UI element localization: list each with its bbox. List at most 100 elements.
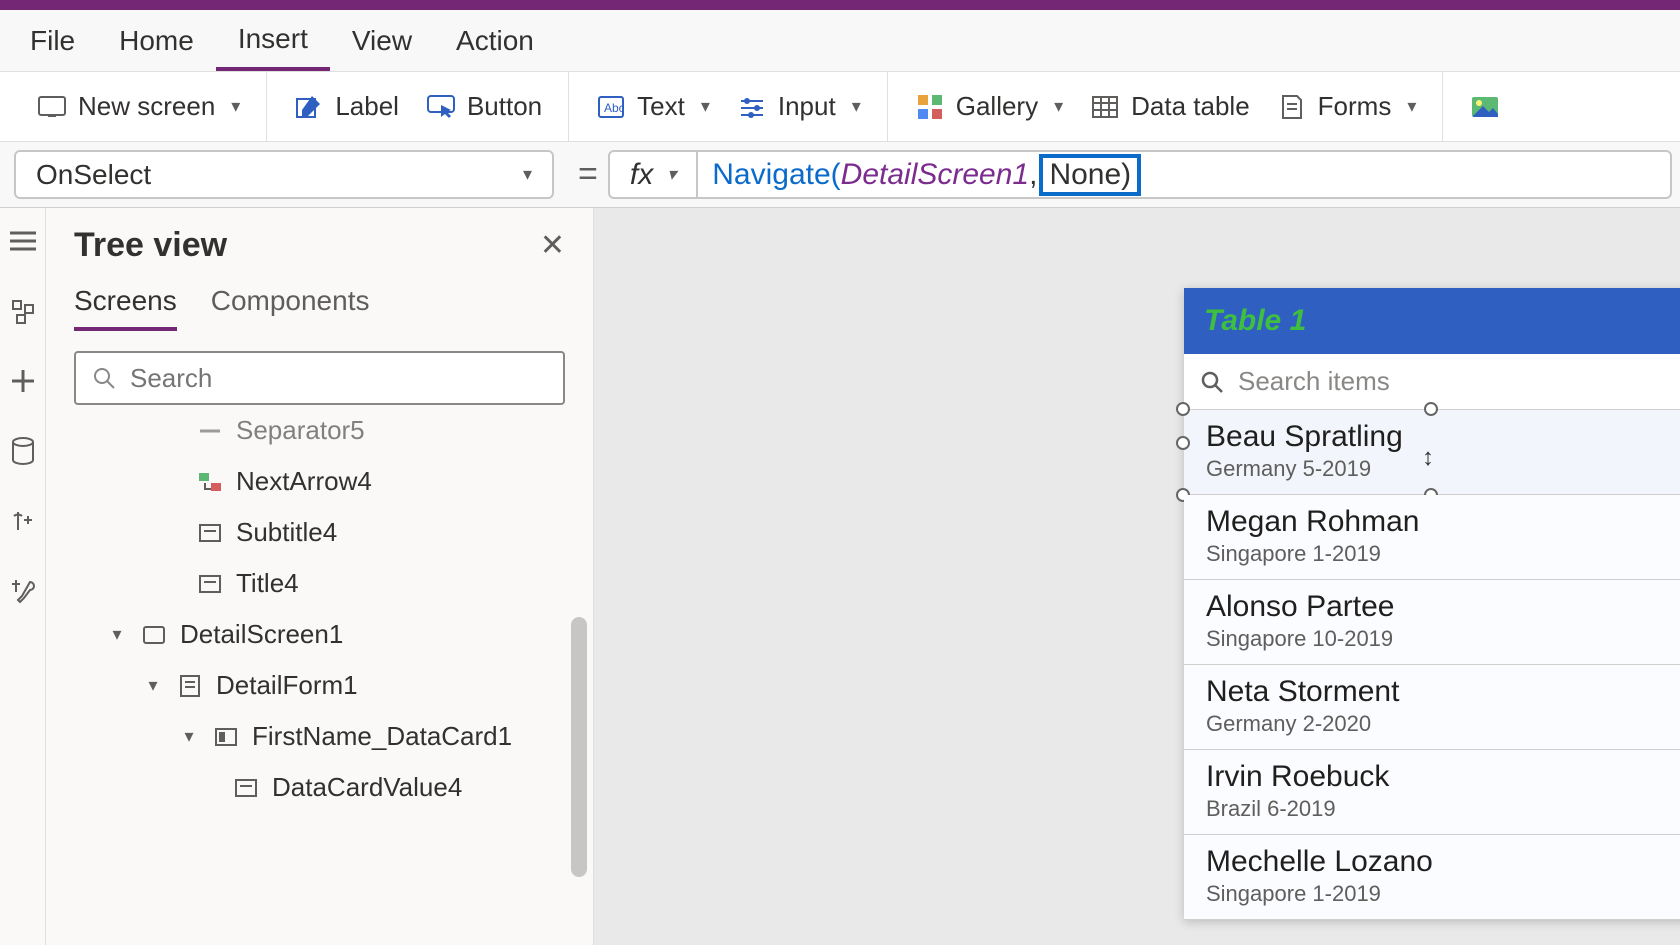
- data-cylinder-icon[interactable]: [8, 436, 38, 466]
- gallery-item[interactable]: Beau Spratling Germany 5-2019 ↕: [1184, 410, 1680, 495]
- tree-view-panel: Tree view ✕ Screens Components Separator…: [46, 208, 594, 945]
- tree-search-input[interactable]: [130, 363, 547, 394]
- text-button[interactable]: Abc Text ▾: [589, 85, 718, 128]
- app-search-placeholder: Search items: [1238, 366, 1390, 397]
- tree-item-datacardvalue[interactable]: DataCardValue4: [56, 762, 593, 813]
- gallery-item[interactable]: Mechelle Lozano Singapore 1-2019: [1184, 835, 1680, 920]
- selection-handle[interactable]: [1176, 436, 1190, 450]
- formula-token-func: Navigate: [712, 158, 830, 192]
- hamburger-icon[interactable]: [8, 226, 38, 256]
- chevron-down-icon[interactable]: ▾: [178, 726, 200, 747]
- formula-token-arg1: DetailScreen1: [841, 158, 1029, 192]
- gallery-item-title: Irvin Roebuck: [1206, 760, 1680, 794]
- forms-button[interactable]: Forms ▾: [1270, 85, 1425, 128]
- label-btn-label: Label: [335, 91, 399, 122]
- button-click-icon: [427, 93, 455, 121]
- menu-action[interactable]: Action: [434, 13, 556, 69]
- chevron-down-icon: ▾: [667, 164, 676, 185]
- form-icon: [176, 672, 204, 700]
- gallery-item-subtitle: Germany 5-2019: [1206, 456, 1680, 482]
- tree-view-icon[interactable]: [8, 296, 38, 326]
- tree-search-box[interactable]: [74, 351, 565, 405]
- insert-plus-icon[interactable]: [8, 366, 38, 396]
- button-button[interactable]: Button: [419, 85, 550, 128]
- app-preview: Table 1 Search items Beau Spratling Germ…: [1184, 288, 1680, 920]
- gallery-item[interactable]: Alonso Partee Singapore 10-2019: [1184, 580, 1680, 665]
- design-canvas[interactable]: Table 1 Search items Beau Spratling Germ…: [594, 208, 1680, 945]
- input-btn-label: Input: [778, 91, 836, 122]
- gallery-item[interactable]: Megan Rohman Singapore 1-2019: [1184, 495, 1680, 580]
- tree-item-title4[interactable]: Title4: [56, 558, 593, 609]
- forms-btn-label: Forms: [1318, 91, 1392, 122]
- tree-item-separator[interactable]: Separator5: [56, 417, 593, 456]
- screen-outline-icon: [140, 621, 168, 649]
- group-icon: [196, 468, 224, 496]
- formula-token-paren: (: [831, 158, 841, 192]
- label-button[interactable]: Label: [287, 85, 407, 128]
- input-button[interactable]: Input ▾: [730, 85, 869, 128]
- gallery-item[interactable]: Neta Storment Germany 2-2020: [1184, 665, 1680, 750]
- button-btn-label: Button: [467, 91, 542, 122]
- media-button[interactable]: [1463, 87, 1507, 127]
- menu-insert[interactable]: Insert: [216, 11, 330, 71]
- tree-item-detailform[interactable]: ▾ DetailForm1: [56, 660, 593, 711]
- gallery-item-title: Mechelle Lozano: [1206, 845, 1680, 879]
- menu-home[interactable]: Home: [97, 13, 216, 69]
- gallery-button[interactable]: Gallery ▾: [908, 85, 1071, 128]
- gallery-item-subtitle: Singapore 1-2019: [1206, 881, 1680, 907]
- property-selector[interactable]: OnSelect ▾: [14, 150, 554, 199]
- tools-icon[interactable]: [8, 576, 38, 606]
- window-title-bar: [0, 0, 1680, 10]
- formula-token-comma: ,: [1029, 158, 1037, 192]
- tab-screens[interactable]: Screens: [74, 285, 177, 331]
- separator-icon: [196, 417, 224, 445]
- tree-item-datacard[interactable]: ▾ FirstName_DataCard1: [56, 711, 593, 762]
- tree-item-nextarrow[interactable]: NextArrow4: [56, 456, 593, 507]
- selection-handle[interactable]: [1176, 402, 1190, 416]
- gallery-grid-icon: [916, 93, 944, 121]
- chevron-down-icon: ▾: [1407, 96, 1416, 117]
- data-table-btn-label: Data table: [1131, 91, 1250, 122]
- tab-components[interactable]: Components: [211, 285, 370, 331]
- scrollbar-thumb[interactable]: [571, 617, 587, 877]
- tree-item-label: Title4: [236, 568, 299, 599]
- close-icon[interactable]: ✕: [540, 228, 565, 263]
- search-icon: [92, 366, 116, 390]
- new-screen-label: New screen: [78, 91, 215, 122]
- media-icon[interactable]: [8, 506, 38, 536]
- selection-handle[interactable]: [1424, 402, 1438, 416]
- tree-item-label: DetailForm1: [216, 670, 358, 701]
- chevron-down-icon: ▾: [852, 96, 861, 117]
- chevron-down-icon: ▾: [701, 96, 710, 117]
- tree-item-label: NextArrow4: [236, 466, 372, 497]
- formula-input[interactable]: Navigate(DetailScreen1, None): [698, 150, 1672, 199]
- tree-item-detailscreen[interactable]: ▾ DetailScreen1: [56, 609, 593, 660]
- tree-list: Separator5 NextArrow4 Subtitle4 Title4 ▾…: [46, 417, 593, 945]
- svg-text:Abc: Abc: [604, 101, 624, 115]
- chevron-down-icon[interactable]: ▾: [106, 624, 128, 645]
- tree-item-subtitle[interactable]: Subtitle4: [56, 507, 593, 558]
- new-screen-button[interactable]: New screen ▾: [30, 85, 248, 128]
- gallery-item-subtitle: Singapore 1-2019: [1206, 541, 1680, 567]
- property-name: OnSelect: [36, 159, 151, 191]
- gallery-item-subtitle: Brazil 6-2019: [1206, 796, 1680, 822]
- gallery-item-subtitle: Germany 2-2020: [1206, 711, 1680, 737]
- gallery-item-title: Alonso Partee: [1206, 590, 1680, 624]
- formula-bar: OnSelect ▾ = fx ▾ Navigate(DetailScreen1…: [0, 142, 1680, 208]
- formula-token-selected: None): [1039, 154, 1141, 196]
- label-edit-icon: [295, 93, 323, 121]
- gallery-item-title: Megan Rohman: [1206, 505, 1680, 539]
- gallery-item-title: Beau Spratling: [1206, 420, 1680, 454]
- text-icon: Abc: [597, 93, 625, 121]
- label-icon: [232, 774, 260, 802]
- datacard-icon: [212, 723, 240, 751]
- data-table-button[interactable]: Data table: [1083, 85, 1258, 128]
- menu-file[interactable]: File: [8, 13, 97, 69]
- fx-button[interactable]: fx ▾: [608, 150, 698, 199]
- chevron-down-icon[interactable]: ▾: [142, 675, 164, 696]
- label-icon: [196, 570, 224, 598]
- text-btn-label: Text: [637, 91, 685, 122]
- gallery-item[interactable]: Irvin Roebuck Brazil 6-2019: [1184, 750, 1680, 835]
- menu-view[interactable]: View: [330, 13, 434, 69]
- input-sliders-icon: [738, 93, 766, 121]
